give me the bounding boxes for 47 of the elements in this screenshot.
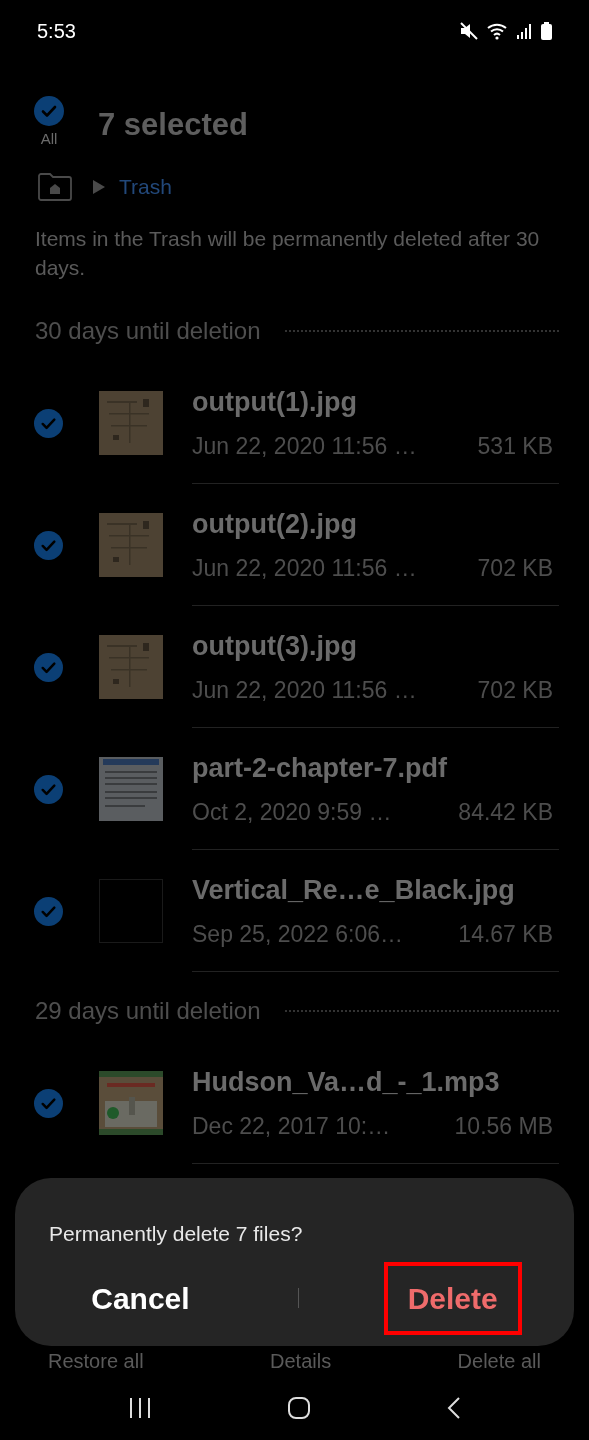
file-name: Vertical_Re…e_Black.jpg	[192, 874, 516, 907]
file-checkbox[interactable]	[34, 896, 63, 926]
home-icon[interactable]	[287, 1396, 312, 1420]
file-size: 14.67 KB	[458, 919, 553, 949]
file-size: 702 KB	[477, 675, 553, 705]
cancel-button[interactable]: Cancel	[67, 1261, 214, 1335]
file-name: output(2).jpg	[192, 508, 358, 541]
file-checkbox[interactable]	[34, 408, 63, 438]
recents-icon[interactable]	[127, 1397, 152, 1419]
file-date: Jun 22, 2020 11:56 …	[192, 553, 417, 583]
delete-button[interactable]: Delete	[383, 1261, 522, 1335]
file-name: output(3).jpg	[192, 630, 358, 663]
file-name: part-2-chapter-7.pdf	[192, 752, 449, 785]
dialog-message: Permanently delete 7 files?	[48, 1221, 304, 1247]
file-date: Oct 2, 2020 9:59 …	[192, 797, 392, 827]
home-folder-icon[interactable]	[37, 172, 73, 202]
select-all-checkbox[interactable]	[34, 96, 64, 126]
mute-icon	[459, 22, 479, 40]
file-size: 702 KB	[477, 553, 553, 583]
wifi-icon	[487, 22, 509, 40]
section-header: 30 days until deletion	[35, 316, 261, 346]
file-size: 531 KB	[477, 431, 553, 461]
status-time: 5:53	[37, 19, 76, 44]
selection-count: 7 selected	[98, 106, 248, 144]
file-checkbox[interactable]	[34, 652, 63, 682]
file-checkbox[interactable]	[34, 1088, 63, 1118]
file-size: 84.42 KB	[458, 797, 553, 827]
file-checkbox[interactable]	[34, 530, 63, 560]
file-name: Hudson_Va…d_-_1.mp3	[192, 1066, 501, 1099]
file-size: 10.56 MB	[454, 1111, 553, 1141]
file-date: Jun 22, 2020 11:56 …	[192, 431, 417, 461]
all-label: All	[40, 129, 58, 149]
file-date: Dec 22, 2017 10:…	[192, 1111, 391, 1141]
file-checkbox[interactable]	[34, 774, 63, 804]
breadcrumb-link[interactable]: Trash	[119, 171, 172, 203]
file-date: Sep 25, 2022 6:06…	[192, 919, 403, 949]
signal-icon	[517, 23, 533, 39]
action-button[interactable]: Restore all	[48, 1349, 144, 1373]
action-button[interactable]: Delete all	[457, 1349, 541, 1373]
battery-icon	[541, 22, 552, 40]
back-icon[interactable]	[447, 1396, 462, 1420]
section-header: 29 days until deletion	[35, 996, 261, 1026]
action-button[interactable]: Details	[270, 1349, 332, 1373]
chevron-icon	[93, 180, 105, 194]
trash-notice: Items in the Trash will be permanently deleted after 30 days.	[34, 226, 540, 281]
file-name: output(1).jpg	[192, 386, 358, 419]
file-date: Jun 22, 2020 11:56 …	[192, 675, 417, 705]
